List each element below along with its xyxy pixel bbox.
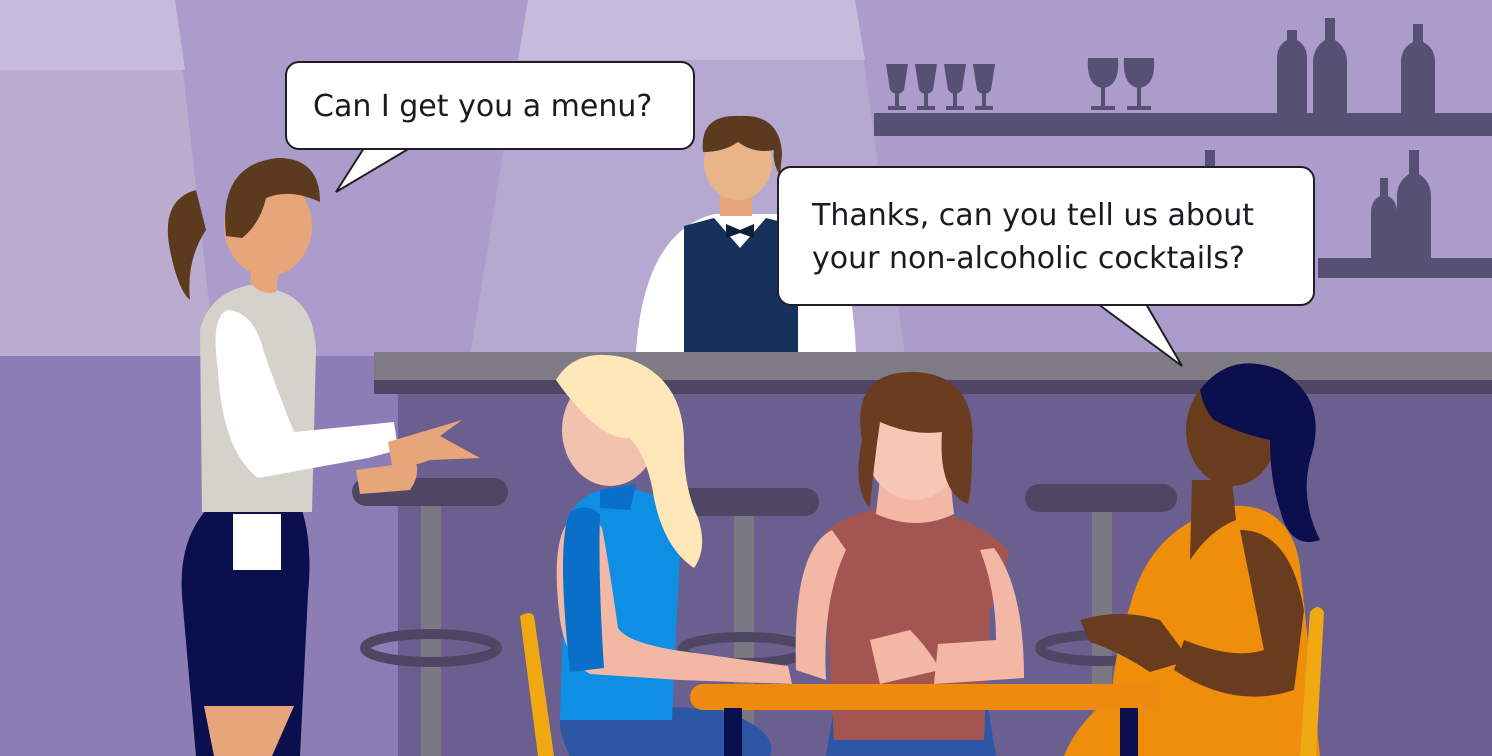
speech-bubble-customer: Thanks, can you tell us about your non-a…: [777, 166, 1315, 306]
spotlight-glow-center: [518, 0, 865, 60]
speech-bubble-waitress: Can I get you a menu?: [285, 61, 695, 150]
bar-scene-illustration: [0, 0, 1492, 756]
speech-text-customer-line-1: Thanks, can you tell us about: [812, 198, 1255, 233]
spotlight-glow-left: [0, 0, 185, 70]
speech-text-waitress: Can I get you a menu?: [313, 89, 653, 124]
speech-text-customer-line-2: your non-alcoholic cocktails?: [812, 241, 1245, 276]
